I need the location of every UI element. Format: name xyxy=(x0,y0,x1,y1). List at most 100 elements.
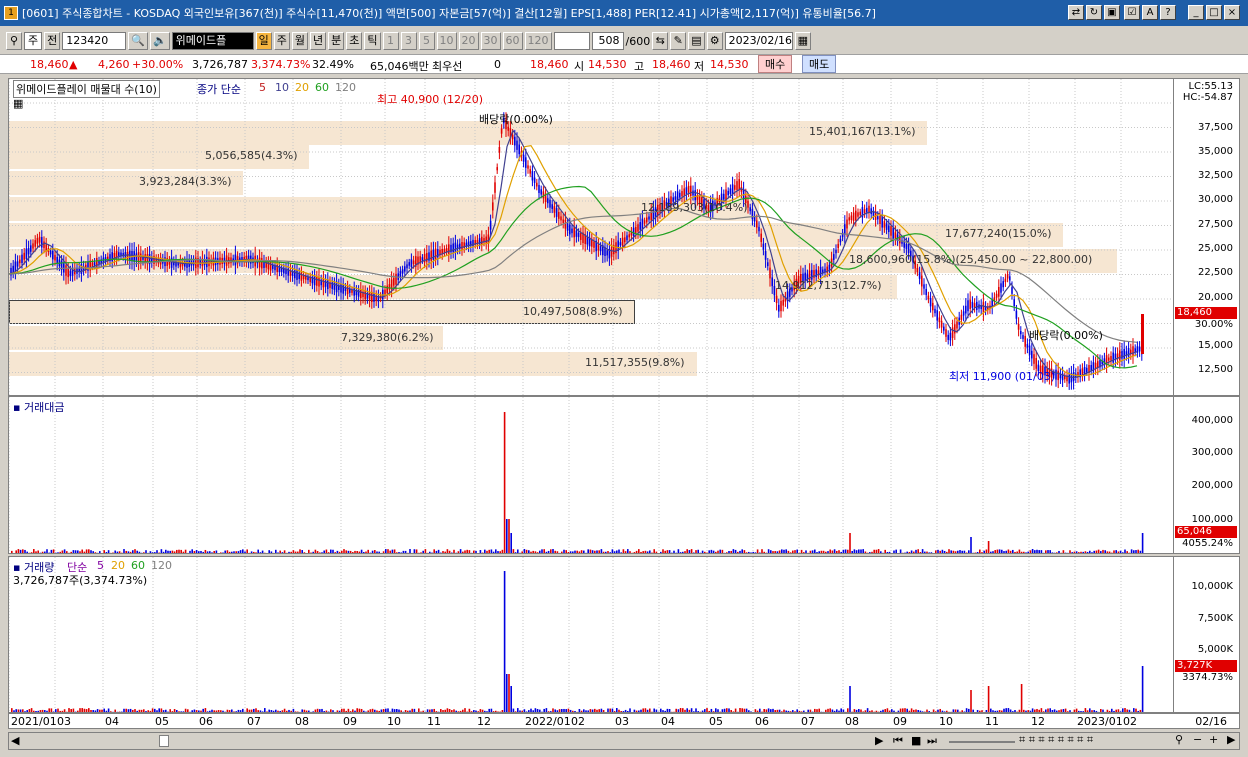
amount-tick: 100,000 xyxy=(1191,514,1233,525)
interval-60[interactable]: 60 xyxy=(502,32,523,50)
zoom-in-icon[interactable]: ⚲ xyxy=(1175,733,1183,746)
date-axis-label: 02 xyxy=(1123,715,1137,728)
plus-icon[interactable]: + xyxy=(1209,733,1218,746)
date-axis-label: 09 xyxy=(343,715,357,728)
rewind-icon[interactable]: ⏮ xyxy=(893,734,903,748)
period-month[interactable]: 월 xyxy=(291,32,309,50)
date-input[interactable]: 2023/02/16 xyxy=(724,32,793,50)
calendar-icon[interactable]: ▦ xyxy=(794,32,812,50)
maximize-icon[interactable]: □ xyxy=(1206,5,1222,20)
amount-tag: 65,046 xyxy=(1175,526,1237,538)
date-axis-label: 04 xyxy=(661,715,675,728)
interval-120[interactable]: 120 xyxy=(524,32,552,50)
interval-20[interactable]: 20 xyxy=(458,32,479,50)
price-tick: 30,000 xyxy=(1198,194,1233,205)
trade-amount-pane[interactable]: ▪ 거래대금 xyxy=(8,396,1174,554)
save-icon[interactable]: ▤ xyxy=(688,32,705,50)
market-select[interactable]: 주 xyxy=(24,32,43,50)
stock-code-input[interactable]: 123420 xyxy=(62,32,127,50)
amount-tick: 400,000 xyxy=(1191,415,1233,426)
sell-button[interactable]: 매도 xyxy=(802,55,837,73)
up-arrow-icon: ▲ xyxy=(69,58,78,71)
date-axis-label: 2023/01 xyxy=(1077,715,1123,728)
scroll-right-icon[interactable]: ▶ xyxy=(1227,733,1235,746)
date-axis-label: 11 xyxy=(427,715,441,728)
band-label: 12,189,303(10.4%) xyxy=(641,201,748,214)
link-icon[interactable]: ⇄ xyxy=(1068,5,1084,20)
ma20-legend: 20 xyxy=(295,81,309,94)
prev-button[interactable]: 전 xyxy=(44,32,61,50)
change-percent: +30.00% xyxy=(132,58,184,71)
minus-icon[interactable]: − xyxy=(1193,733,1202,746)
current-pct-label: 30.00% xyxy=(1194,319,1233,330)
price-legend[interactable]: 위메이드플레이 매물대 수(10) xyxy=(13,80,160,98)
date-axis-label: 2021/01 xyxy=(11,715,57,728)
period-minute[interactable]: 분 xyxy=(328,32,345,50)
minimize-icon[interactable]: _ xyxy=(1188,5,1204,20)
search-icon[interactable]: 🔍 xyxy=(128,32,148,50)
current-price-tag: 18,460 xyxy=(1175,307,1237,319)
period-second[interactable]: 초 xyxy=(346,32,363,50)
period-week[interactable]: 주 xyxy=(273,32,290,50)
price-tick: 22,500 xyxy=(1198,267,1233,278)
date-axis-label: 07 xyxy=(247,715,261,728)
interval-3[interactable]: 3 xyxy=(400,32,417,50)
count-input[interactable]: 508 xyxy=(591,32,624,50)
close-icon[interactable]: × xyxy=(1224,5,1240,20)
volume-pane[interactable]: ▪ 거래량 단순 5 20 60 120 3,726,787주(3,374.73… xyxy=(8,556,1174,713)
period-day[interactable]: 일 xyxy=(255,32,272,50)
current-price: 18,460 xyxy=(30,58,69,71)
scroll-thumb[interactable] xyxy=(159,735,169,747)
dividend-annotation: 배당락(0.00%) xyxy=(479,113,553,126)
custom-interval-input[interactable] xyxy=(553,32,590,50)
draw-tools-icon[interactable]: ⌗ ⌗ ⌗ ⌗ ⌗ ⌗ ⌗ ⌗ xyxy=(1019,733,1093,747)
help-icon[interactable]: ? xyxy=(1160,5,1176,20)
play-icon[interactable]: ▶ xyxy=(875,734,883,747)
band-label: 18,600,960(15.8%)(25,450.00 ~ 22,800.00) xyxy=(849,253,1093,266)
volume-axis: 10,000K 7,500K 5,000K 3,727K 3374.73% xyxy=(1174,556,1240,713)
zoom-slider[interactable] xyxy=(949,741,1015,743)
trade-amount: 65,046백만 xyxy=(370,60,429,73)
date-axis-label: 03 xyxy=(615,715,629,728)
price-change: 4,260 xyxy=(98,58,130,71)
date-axis-label: 02 xyxy=(571,715,585,728)
volume-bars xyxy=(9,557,1144,712)
settings-icon[interactable]: ⚙ xyxy=(706,32,723,50)
price-chart-pane[interactable]: 15,401,167(13.1%) 5,056,585(4.3%) 3,923,… xyxy=(8,78,1174,396)
band-label: 17,677,240(15.0%) xyxy=(945,227,1052,240)
ma60-legend: 60 xyxy=(315,81,329,94)
period-tick[interactable]: 틱 xyxy=(364,32,381,50)
interval-30[interactable]: 30 xyxy=(480,32,501,50)
trade-amount-bars xyxy=(9,397,1144,553)
date-axis-label: 12 xyxy=(1031,715,1045,728)
count-max: /600 xyxy=(625,34,651,48)
screen-icon[interactable]: ▣ xyxy=(1104,5,1120,20)
ask-value: 18,460 xyxy=(530,58,569,71)
arrange-icon[interactable]: ⇆ xyxy=(652,32,669,50)
bid-value: 0 xyxy=(494,58,501,71)
code-search-icon[interactable]: ⚲ xyxy=(6,32,22,50)
date-axis-label: 06 xyxy=(755,715,769,728)
low-label: 저 xyxy=(694,60,705,73)
chart-tool-icon[interactable]: ✎ xyxy=(670,32,687,50)
stop-icon[interactable]: ■ xyxy=(911,734,921,747)
low-value: 14,530 xyxy=(710,58,749,71)
band-label: 7,329,380(6.2%) xyxy=(341,331,434,344)
interval-1[interactable]: 1 xyxy=(382,32,399,50)
interval-10[interactable]: 10 xyxy=(436,32,457,50)
font-icon[interactable]: A xyxy=(1142,5,1158,20)
speaker-icon[interactable]: 🔈 xyxy=(149,32,170,50)
grid-icon[interactable]: ▦ xyxy=(13,97,23,110)
interval-5[interactable]: 5 xyxy=(418,32,435,50)
refresh-icon[interactable]: ↻ xyxy=(1086,5,1102,20)
volume-tick: 5,000K xyxy=(1197,644,1233,655)
title-bar: 1 [0601] 주식종합차트 - KOSDAQ 외국인보유[367(천)] 주… xyxy=(0,0,1248,26)
window-title: [0601] 주식종합차트 - KOSDAQ 외국인보유[367(천)] 주식수… xyxy=(22,7,876,20)
chart-scrollbar[interactable]: ◀ ▶ ⏮ ■ ⏭ ⌗ ⌗ ⌗ ⌗ ⌗ ⌗ ⌗ ⌗ ⚲ − + ▶ xyxy=(8,732,1240,750)
scroll-left-icon[interactable]: ◀ xyxy=(11,734,19,747)
price-tick: 32,500 xyxy=(1198,170,1233,181)
fast-forward-icon[interactable]: ⏭ xyxy=(927,734,937,748)
checkbox-icon[interactable]: ☑ xyxy=(1124,5,1140,20)
buy-button[interactable]: 매수 xyxy=(758,55,793,73)
period-year[interactable]: 년 xyxy=(310,32,327,50)
